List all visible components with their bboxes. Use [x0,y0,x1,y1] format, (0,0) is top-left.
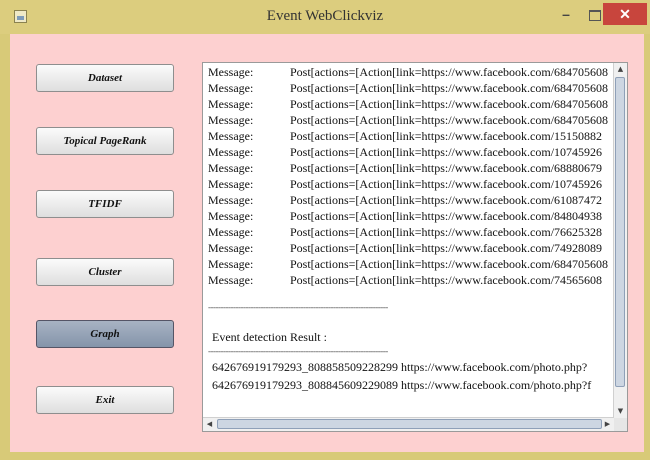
message-text: Post[actions=[Action[link=https://www.fa… [290,273,603,287]
message-text: Post[actions=[Action[link=https://www.fa… [290,257,609,271]
title-bar: Event WebClickviz – ✕ [0,0,650,34]
message-text: Post[actions=[Action[link=https://www.fa… [290,113,609,127]
message-label: Message: [208,113,254,127]
maximize-icon [589,9,601,21]
output-text-area[interactable]: Message: Post[actions=[Action[link=https:… [202,62,628,432]
message-row: Message: Post[actions=[Action[link=https:… [208,208,613,224]
message-label: Message: [208,145,254,159]
tfidf-button[interactable]: TFIDF [36,190,174,218]
message-label: Message: [208,129,254,143]
exit-button[interactable]: Exit [36,386,174,414]
message-row: Message: Post[actions=[Action[link=https:… [208,240,613,256]
message-text: Post[actions=[Action[link=https://www.fa… [290,225,603,239]
message-text: Post[actions=[Action[link=https://www.fa… [290,161,603,175]
message-row: Message: Post[actions=[Action[link=https:… [208,160,613,176]
message-row: Message: Post[actions=[Action[link=https:… [208,256,613,272]
horizontal-scroll-thumb[interactable] [217,419,602,429]
message-label: Message: [208,177,254,191]
message-row: Message: Post[actions=[Action[link=https:… [208,192,613,208]
message-label: Message: [208,97,254,111]
message-row: Message: Post[actions=[Action[link=https:… [208,176,613,192]
topical-pagerank-button[interactable]: Topical PageRank [36,127,174,155]
message-text: Post[actions=[Action[link=https://www.fa… [290,145,603,159]
graph-button[interactable]: Graph [36,320,174,348]
result-heading: Event detection Result : [212,330,327,344]
scroll-left-arrow-icon[interactable]: ◀ [203,418,216,431]
message-row: Message: Post[actions=[Action[link=https:… [208,144,613,160]
message-list: Message: Post[actions=[Action[link=https:… [208,64,613,288]
message-label: Message: [208,257,254,271]
message-label: Message: [208,225,254,239]
cluster-button[interactable]: Cluster [36,258,174,286]
minimize-button[interactable]: – [553,3,579,25]
message-label: Message: [208,273,254,287]
horizontal-scrollbar[interactable]: ◀ ▶ [203,417,614,431]
message-label: Message: [208,65,254,79]
main-panel: Dataset Topical PageRank TFIDF Cluster G… [10,34,644,452]
app-window: Event WebClickviz – ✕ Dataset Topical Pa… [0,0,650,460]
message-row: Message: Post[actions=[Action[link=https:… [208,80,613,96]
scroll-right-arrow-icon[interactable]: ▶ [601,418,614,431]
separator-line: ----------------------------------------… [208,302,388,312]
vertical-scroll-thumb[interactable] [615,77,625,387]
message-text: Post[actions=[Action[link=https://www.fa… [290,65,609,79]
message-label: Message: [208,161,254,175]
message-text: Post[actions=[Action[link=https://www.fa… [290,97,609,111]
message-text: Post[actions=[Action[link=https://www.fa… [290,177,603,191]
message-label: Message: [208,209,254,223]
close-button[interactable]: ✕ [603,3,647,25]
message-row: Message: Post[actions=[Action[link=https:… [208,64,613,80]
scroll-up-arrow-icon[interactable]: ▲ [614,63,627,76]
message-row: Message: Post[actions=[Action[link=https:… [208,272,613,288]
message-label: Message: [208,241,254,255]
message-text: Post[actions=[Action[link=https://www.fa… [290,81,609,95]
message-label: Message: [208,193,254,207]
message-text: Post[actions=[Action[link=https://www.fa… [290,209,603,223]
message-row: Message: Post[actions=[Action[link=https:… [208,96,613,112]
message-row: Message: Post[actions=[Action[link=https:… [208,224,613,240]
vertical-scrollbar[interactable]: ▲ ▼ [613,63,627,418]
scroll-corner [614,418,627,431]
message-label: Message: [208,81,254,95]
message-text: Post[actions=[Action[link=https://www.fa… [290,193,603,207]
message-row: Message: Post[actions=[Action[link=https:… [208,128,613,144]
message-row: Message: Post[actions=[Action[link=https:… [208,112,613,128]
scroll-down-arrow-icon[interactable]: ▼ [614,405,627,418]
message-text: Post[actions=[Action[link=https://www.fa… [290,129,603,143]
dataset-button[interactable]: Dataset [36,64,174,92]
message-text: Post[actions=[Action[link=https://www.fa… [290,241,603,255]
result-row: 642676919179293_808845609229089 https://… [212,378,592,392]
separator-line: ----------------------------------------… [208,346,388,356]
output-content: Message: Post[actions=[Action[link=https:… [208,64,613,417]
result-row: 642676919179293_808858509228299 https://… [212,360,588,374]
